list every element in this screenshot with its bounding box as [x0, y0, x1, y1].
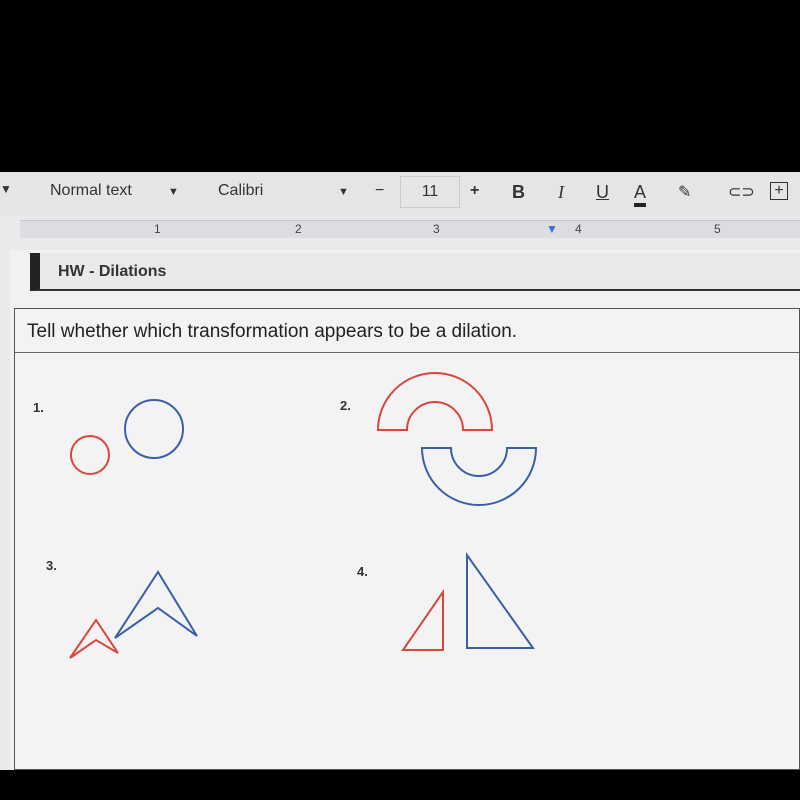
- blue-circle: [124, 399, 184, 459]
- red-circle: [70, 435, 110, 475]
- red-half-annulus: [376, 372, 494, 431]
- red-triangle: [401, 588, 444, 651]
- blue-half-annulus: [420, 447, 538, 506]
- red-arrowhead: [69, 618, 119, 659]
- figures: [69, 372, 538, 659]
- blue-arrowhead: [114, 570, 198, 639]
- blue-triangle: [466, 551, 535, 649]
